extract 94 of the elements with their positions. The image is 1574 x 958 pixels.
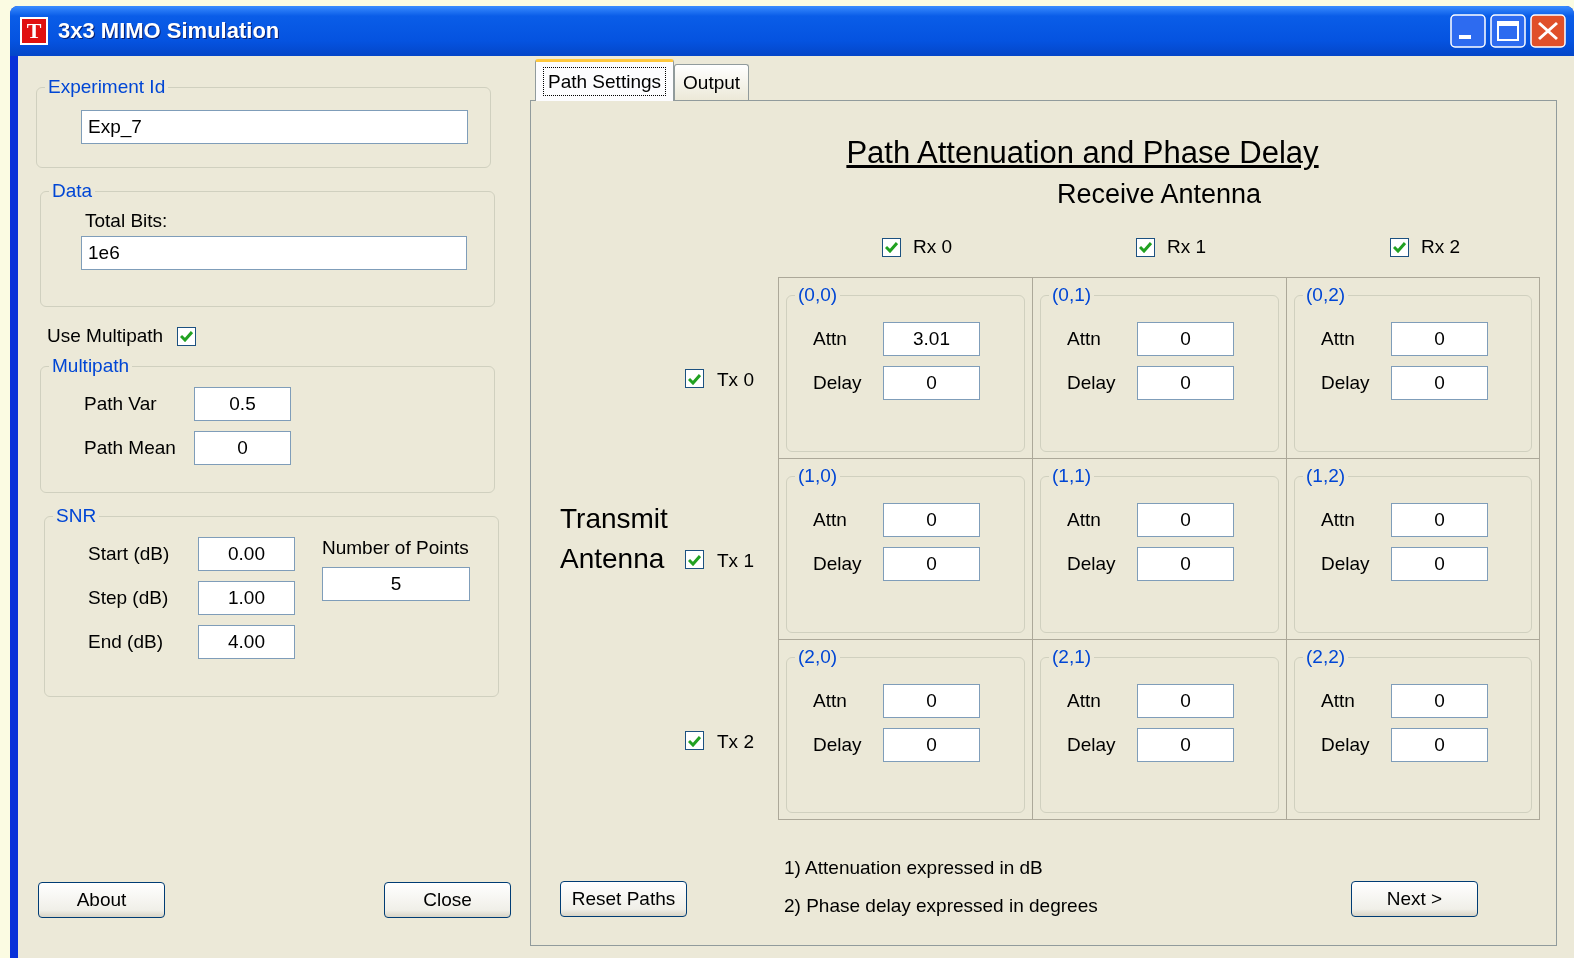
app-icon: T <box>20 17 48 45</box>
field-label: Attn <box>1067 690 1102 712</box>
axis-heading: Transmit Antenna <box>560 501 669 576</box>
field-label: End (dB) <box>88 631 164 653</box>
field-label: Start (dB) <box>88 543 171 565</box>
reset-button[interactable]: Reset Paths <box>560 881 687 917</box>
dialog-button[interactable]: Close <box>384 882 511 918</box>
input-field[interactable]: 0 <box>883 547 980 581</box>
input-field[interactable]: 0 <box>883 366 980 400</box>
field-label: Attn <box>813 690 848 712</box>
input-field[interactable]: 0.00 <box>198 537 295 571</box>
axis-heading: Receive Antenna <box>1056 178 1262 209</box>
group-label: Experiment Id <box>47 76 167 98</box>
input-field[interactable]: 1.00 <box>198 581 295 615</box>
field-label: Delay <box>1067 372 1117 394</box>
input-field[interactable]: 0 <box>883 684 980 718</box>
group-label: (2,2) <box>1305 646 1347 668</box>
field-label: Delay <box>1321 372 1371 394</box>
input-field[interactable]: 0 <box>1391 547 1488 581</box>
field-label: Attn <box>1067 509 1102 531</box>
close-button[interactable] <box>1530 14 1566 48</box>
input-field[interactable]: 0 <box>1391 322 1488 356</box>
field-label: Total Bits: <box>85 210 169 232</box>
input-field[interactable]: 4.00 <box>198 625 295 659</box>
next-button[interactable]: Next > <box>1351 881 1478 917</box>
input-field[interactable]: 0 <box>1137 547 1234 581</box>
field-label: Attn <box>1321 509 1356 531</box>
checkbox-label: Rx 2 <box>1421 236 1461 258</box>
checkbox[interactable] <box>685 731 704 750</box>
input-field[interactable]: 0 <box>1391 728 1488 762</box>
checkbox[interactable] <box>882 237 901 257</box>
group-label: (2,1) <box>1051 646 1093 668</box>
group-label: (1,2) <box>1305 465 1347 487</box>
group-label: SNR <box>55 505 98 527</box>
field-label: Delay <box>813 553 863 575</box>
group-label: (0,1) <box>1051 284 1093 306</box>
note-text: 1) Attenuation expressed in dB <box>784 857 1044 879</box>
input-field[interactable]: 0 <box>883 728 980 762</box>
field-label: Delay <box>813 372 863 394</box>
checkbox[interactable] <box>1390 237 1409 257</box>
input-field[interactable]: 0 <box>1137 503 1234 537</box>
field-label: Delay <box>1067 734 1117 756</box>
field-label: Delay <box>1321 553 1371 575</box>
input-field[interactable]: 3.01 <box>883 322 980 356</box>
dialog-button[interactable]: About <box>38 882 165 918</box>
checkbox[interactable] <box>1136 237 1155 257</box>
input-field[interactable]: 0 <box>1391 366 1488 400</box>
checkbox[interactable] <box>685 550 704 569</box>
group-label: (1,0) <box>797 465 839 487</box>
tab[interactable]: Output <box>674 64 750 100</box>
field-label: Delay <box>1067 553 1117 575</box>
minimize-button[interactable] <box>1450 14 1486 48</box>
field-label: Attn <box>1321 690 1356 712</box>
input-field[interactable]: 0 <box>883 503 980 537</box>
field-label: Path Mean <box>84 437 177 459</box>
tab[interactable]: Path Settings <box>535 59 675 101</box>
group-label: Data <box>51 180 94 202</box>
field-label: Delay <box>813 734 863 756</box>
checkbox-label: Use Multipath <box>47 325 164 347</box>
note-text: 2) Phase delay expressed in degrees <box>784 895 1099 917</box>
input-field[interactable]: 0.5 <box>194 387 291 421</box>
input-field[interactable]: 0 <box>1137 728 1234 762</box>
group-label: Multipath <box>51 355 131 377</box>
field-label: Attn <box>813 328 848 350</box>
group-label: (0,2) <box>1305 284 1347 306</box>
input-field[interactable]: 0 <box>1391 503 1488 537</box>
input-field[interactable]: 5 <box>322 567 470 601</box>
checkbox-label: Tx 2 <box>717 731 754 753</box>
field-label: Step (dB) <box>88 587 170 609</box>
input-field[interactable]: 0 <box>194 431 291 465</box>
input-field[interactable]: 0 <box>1137 322 1234 356</box>
group-label: (2,0) <box>797 646 839 668</box>
field-label: Attn <box>1321 328 1356 350</box>
checkbox-label: Rx 0 <box>913 236 953 258</box>
checkbox[interactable] <box>685 369 704 388</box>
group-label: (1,1) <box>1051 465 1093 487</box>
input-field[interactable]: 0 <box>1137 684 1234 718</box>
input-field[interactable]: 0 <box>1391 684 1488 718</box>
checkbox-label: Tx 0 <box>717 369 754 391</box>
window-title: 3x3 MIMO Simulation <box>58 18 281 44</box>
input-field[interactable]: Exp_7 <box>81 110 468 144</box>
field-label: Path Var <box>84 393 158 415</box>
section-title: Path Attenuation and Phase Delay <box>846 135 1319 170</box>
maximize-button[interactable] <box>1490 14 1526 48</box>
input-field[interactable]: 0 <box>1137 366 1234 400</box>
field-label: Number of Points <box>322 537 470 559</box>
input-field[interactable]: 1e6 <box>81 236 467 270</box>
group-label: (0,0) <box>797 284 839 306</box>
field-label: Delay <box>1321 734 1371 756</box>
checkbox[interactable] <box>177 326 197 346</box>
checkbox-label: Tx 1 <box>717 550 754 572</box>
field-label: Attn <box>1067 328 1102 350</box>
field-label: Attn <box>813 509 848 531</box>
checkbox-label: Rx 1 <box>1167 236 1207 258</box>
